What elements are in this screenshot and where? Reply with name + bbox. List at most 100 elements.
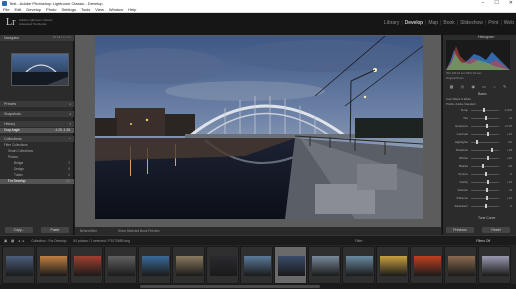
collections-add-icon[interactable]: +	[69, 136, 71, 142]
slider-track[interactable]	[471, 197, 499, 199]
collection-row[interactable]: Filter Collections	[0, 143, 74, 148]
filmstrip-thumbnail[interactable]	[36, 246, 69, 284]
slider-value[interactable]: +0.35	[504, 124, 512, 128]
history-item[interactable]: Crop Angle -1.25 -1.25	[0, 128, 74, 133]
slider-knob[interactable]	[486, 124, 489, 128]
menu-help[interactable]: Help	[128, 7, 136, 12]
navigator-preview[interactable]	[11, 53, 69, 86]
slider-value[interactable]: 0	[510, 172, 512, 176]
profile-select[interactable]: Profile: Adobe Standard	[446, 102, 476, 106]
slider-value[interactable]: 0	[510, 204, 512, 208]
slider-track[interactable]	[471, 149, 499, 151]
filmstrip-thumbnail[interactable]	[2, 246, 35, 284]
forward-arrow-icon[interactable]: ▸	[23, 239, 25, 243]
red-eye-icon[interactable]: ◉	[471, 84, 475, 89]
filmstrip-thumbnail[interactable]	[308, 246, 341, 284]
reset-button[interactable]: Reset	[482, 227, 510, 233]
collection-row[interactable]: Smart Collections	[0, 149, 74, 154]
slider-value[interactable]: +6	[509, 116, 512, 120]
secondary-display-icon[interactable]: ▣	[4, 239, 7, 243]
slider-knob[interactable]	[491, 148, 494, 152]
slider-saturation[interactable]: Saturation 0	[446, 204, 512, 208]
minimize-button[interactable]: –	[482, 0, 485, 7]
filmstrip-thumbnail[interactable]	[410, 246, 443, 284]
before-after-toggle[interactable]: Before/After	[80, 229, 97, 233]
slider-dehaze[interactable]: Dehaze +8	[446, 188, 512, 192]
module-map[interactable]: Map	[428, 20, 438, 26]
navigator-zoom[interactable]: FIT FILL 1:1 3:1	[53, 35, 71, 41]
slider-track[interactable]	[471, 181, 499, 183]
slider-contrast[interactable]: Contrast +12	[446, 132, 512, 136]
slider-blacks[interactable]: Blacks -18	[446, 164, 512, 168]
collection-row[interactable]: For Develop 54	[0, 179, 74, 184]
filmstrip-thumbnail[interactable]	[138, 246, 171, 284]
slider-shadows[interactable]: Shadows +48	[446, 148, 512, 152]
menu-tools[interactable]: Tools	[81, 7, 90, 12]
close-button[interactable]: ✕	[509, 0, 513, 7]
filmstrip-thumbnail[interactable]	[172, 246, 205, 284]
filmstrip-thumbnail[interactable]	[206, 246, 239, 284]
radial-filter-icon[interactable]: ○	[493, 84, 495, 89]
collection-row[interactable]: Bridge 3	[0, 161, 74, 166]
menu-edit[interactable]: Edit	[14, 7, 21, 12]
menu-develop[interactable]: Develop	[26, 7, 41, 12]
module-book[interactable]: Book	[443, 20, 454, 26]
filmstrip-thumbnail[interactable]	[444, 246, 477, 284]
filmstrip-thumbnail[interactable]	[240, 246, 273, 284]
graduated-filter-icon[interactable]: ▭	[482, 84, 486, 89]
copy-settings-button[interactable]: Copy...	[5, 227, 33, 233]
filmstrip-scroll-thumb[interactable]	[140, 285, 320, 288]
slider-knob[interactable]	[481, 164, 484, 168]
slider-knob[interactable]	[487, 156, 490, 160]
slider-track[interactable]	[471, 157, 499, 159]
module-print[interactable]: Print	[488, 20, 498, 26]
slider-exposure[interactable]: Exposure +0.35	[446, 124, 512, 128]
slider-knob[interactable]	[486, 196, 489, 200]
slider-track[interactable]	[471, 165, 499, 167]
grid-view-icon[interactable]: ▦	[11, 239, 14, 243]
slider-temp[interactable]: Temp 4,200	[446, 108, 512, 112]
slider-knob[interactable]	[476, 140, 479, 144]
filmstrip-scrollbar[interactable]	[0, 284, 516, 289]
filmstrip-thumbnail[interactable]	[342, 246, 375, 284]
module-slideshow[interactable]: Slideshow	[460, 20, 483, 26]
history-header[interactable]: History ▾	[0, 121, 74, 127]
menu-photo[interactable]: Photo	[46, 7, 56, 12]
spot-removal-icon[interactable]: ◎	[461, 84, 465, 89]
maximize-button[interactable]: ☐	[494, 0, 498, 7]
collections-header[interactable]: Collections +	[0, 136, 74, 142]
slider-value[interactable]: +12	[507, 132, 512, 136]
snapshots-expand-icon[interactable]: ◂	[69, 111, 71, 117]
snapshots-header[interactable]: Snapshots ◂	[0, 111, 74, 117]
slider-value[interactable]: -62	[508, 140, 512, 144]
paste-settings-button[interactable]: Paste	[41, 227, 69, 233]
presets-header[interactable]: Presets ◂	[0, 101, 74, 107]
back-arrow-icon[interactable]: ◂	[18, 239, 20, 243]
slider-knob[interactable]	[487, 180, 490, 184]
module-develop[interactable]: Develop	[405, 20, 423, 26]
slider-texture[interactable]: Texture 0	[446, 172, 512, 176]
slider-track[interactable]	[471, 141, 499, 143]
menu-window[interactable]: Window	[109, 7, 123, 12]
slider-track[interactable]	[471, 133, 499, 135]
presets-expand-icon[interactable]: ◂	[69, 101, 71, 107]
slider-knob[interactable]	[485, 116, 488, 120]
slider-knob[interactable]	[484, 204, 487, 208]
menu-settings[interactable]: Settings	[62, 7, 76, 12]
slider-track[interactable]	[471, 125, 499, 127]
crop-tool-icon[interactable]: ▦	[450, 84, 454, 89]
collection-row[interactable]: Photos	[0, 155, 74, 160]
slider-highlights[interactable]: Highlights -62	[446, 140, 512, 144]
slider-value[interactable]: +48	[507, 148, 512, 152]
module-library[interactable]: Library	[384, 20, 399, 26]
previous-button[interactable]: Previous	[446, 227, 474, 233]
slider-tint[interactable]: Tint +6	[446, 116, 512, 120]
filmstrip-thumbnail[interactable]	[478, 246, 511, 284]
slider-whites[interactable]: Whites +20	[446, 156, 512, 160]
tone-curve-header[interactable]: Tone Curve	[478, 216, 495, 220]
slider-vibrance[interactable]: Vibrance +10	[446, 196, 512, 200]
brush-icon[interactable]: ✎	[503, 84, 506, 89]
slider-knob[interactable]	[486, 132, 489, 136]
slider-knob[interactable]	[485, 188, 488, 192]
slider-value[interactable]: +15	[507, 180, 512, 184]
